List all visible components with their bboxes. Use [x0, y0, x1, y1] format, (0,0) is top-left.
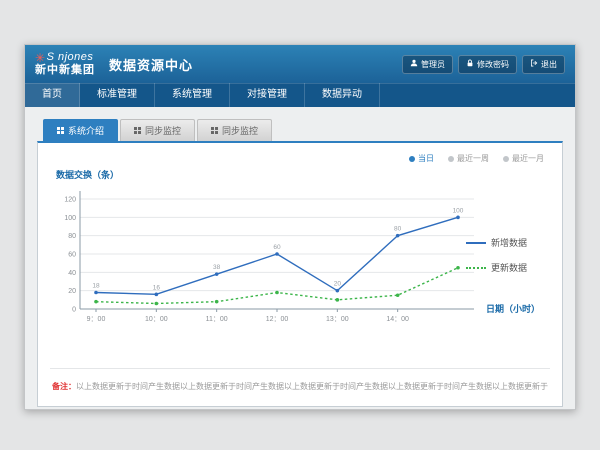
blue-line-icon: [466, 242, 486, 244]
svg-text:38: 38: [213, 264, 221, 271]
legend-label: 新增数据: [491, 236, 527, 249]
tab-sync-monitor-1[interactable]: 同步监控: [120, 119, 195, 141]
svg-text:80: 80: [68, 233, 76, 240]
chart-legend: 新增数据 更新数据: [466, 236, 548, 286]
x-axis-title: 日期（小时）: [486, 302, 540, 315]
page-title: 数据资源中心: [109, 55, 193, 74]
footnote-prefix: 备注：: [52, 382, 76, 391]
line-chart: 0 20 40 60 80 100 120 9：00 10：00 11：00 12：00 13：00 1…: [50, 183, 480, 335]
brand-cn-name: 新中新集团: [35, 65, 95, 77]
svg-text:9：00: 9：00: [87, 316, 106, 323]
svg-text:13：00: 13：00: [326, 316, 349, 323]
legend-label: 更新数据: [491, 261, 527, 274]
brand-star-icon: ✳: [35, 52, 46, 65]
tab-bar: 系统介绍 同步监控 同步监控: [43, 119, 563, 141]
svg-text:14：00: 14：00: [386, 316, 409, 323]
admin-user-label: 管理员: [421, 59, 445, 70]
admin-user-button[interactable]: 管理员: [402, 55, 453, 74]
logout-label: 退出: [541, 59, 557, 70]
grid-icon: [211, 127, 218, 134]
period-filter-label: 最近一月: [512, 153, 544, 164]
svg-text:60: 60: [273, 244, 281, 251]
legend-item-new-data[interactable]: 新增数据: [466, 236, 548, 249]
nav-item-home[interactable]: 首页: [25, 83, 80, 107]
svg-text:16: 16: [153, 284, 161, 291]
svg-text:10：00: 10：00: [145, 316, 168, 323]
period-filter-today[interactable]: 当日: [409, 153, 434, 164]
main-nav: 首页 标准管理 系统管理 对接管理 数据异动: [25, 83, 575, 107]
period-filter-last-week[interactable]: 最近一周: [448, 153, 489, 164]
grid-icon: [57, 127, 64, 134]
brand-logo-text: ✳S njones: [35, 52, 95, 65]
change-password-button[interactable]: 修改密码: [458, 55, 517, 74]
svg-text:0: 0: [72, 307, 76, 314]
footnote: 备注：以上数据更新于时间产生数据以上数据更新于时间产生数据以上数据更新于时间产生…: [50, 368, 550, 396]
svg-text:12：00: 12：00: [266, 316, 289, 323]
nav-item-system-mgmt[interactable]: 系统管理: [155, 83, 230, 107]
period-filter-last-month[interactable]: 最近一月: [503, 153, 544, 164]
radio-dot-icon: [409, 156, 415, 162]
logout-button[interactable]: 退出: [522, 55, 565, 74]
nav-item-connect-mgmt[interactable]: 对接管理: [230, 83, 305, 107]
svg-text:18: 18: [92, 283, 100, 290]
y-axis-title: 数据交换（条）: [56, 168, 550, 181]
radio-dot-icon: [503, 156, 509, 162]
chart-region: 数据交换（条） 0 20 40 60 80 100 120 9：00 10：00 11：00 12：…: [50, 168, 550, 335]
svg-text:120: 120: [64, 197, 76, 204]
user-icon: [410, 59, 418, 69]
chart-panel: 当日 最近一周 最近一月 数据交换（条） 0 20 40 60 80 100 120 9：00…: [37, 141, 563, 407]
tab-label: 系统介绍: [68, 124, 104, 137]
grid-icon: [134, 127, 141, 134]
logout-icon: [530, 59, 538, 69]
brand-name: S njones: [47, 52, 94, 64]
tab-sync-monitor-2[interactable]: 同步监控: [197, 119, 272, 141]
legend-item-updated-data[interactable]: 更新数据: [466, 261, 548, 274]
svg-text:40: 40: [68, 270, 76, 277]
desktop-background: ✳S njones 新中新集团 数据资源中心 管理员 修改密码: [0, 0, 600, 450]
svg-text:11：00: 11：00: [206, 316, 228, 323]
radio-dot-icon: [448, 156, 454, 162]
change-password-label: 修改密码: [477, 59, 509, 70]
green-dotted-line-icon: [466, 267, 486, 269]
svg-text:20: 20: [68, 288, 76, 295]
svg-text:20: 20: [334, 281, 342, 288]
tab-label: 同步监控: [145, 124, 181, 137]
svg-text:80: 80: [394, 226, 402, 233]
period-filter-group: 当日 最近一周 最近一月: [50, 153, 544, 164]
header-actions: 管理员 修改密码 退出: [402, 55, 565, 74]
app-window: ✳S njones 新中新集团 数据资源中心 管理员 修改密码: [24, 44, 576, 410]
nav-item-data-change[interactable]: 数据异动: [305, 83, 380, 107]
tab-label: 同步监控: [222, 124, 258, 137]
svg-text:100: 100: [64, 215, 76, 222]
app-header: ✳S njones 新中新集团 数据资源中心 管理员 修改密码: [25, 45, 575, 83]
nav-item-standard-mgmt[interactable]: 标准管理: [80, 83, 155, 107]
footnote-text: 以上数据更新于时间产生数据以上数据更新于时间产生数据以上数据更新于时间产生数据以…: [76, 382, 548, 391]
period-filter-label: 当日: [418, 153, 434, 164]
tab-system-intro[interactable]: 系统介绍: [43, 119, 118, 141]
brand-logo: ✳S njones 新中新集团: [35, 52, 95, 76]
svg-text:100: 100: [453, 207, 464, 214]
content-area: 系统介绍 同步监控 同步监控 当日: [25, 107, 575, 409]
lock-icon: [466, 59, 474, 69]
svg-text:60: 60: [68, 252, 76, 259]
period-filter-label: 最近一周: [457, 153, 489, 164]
